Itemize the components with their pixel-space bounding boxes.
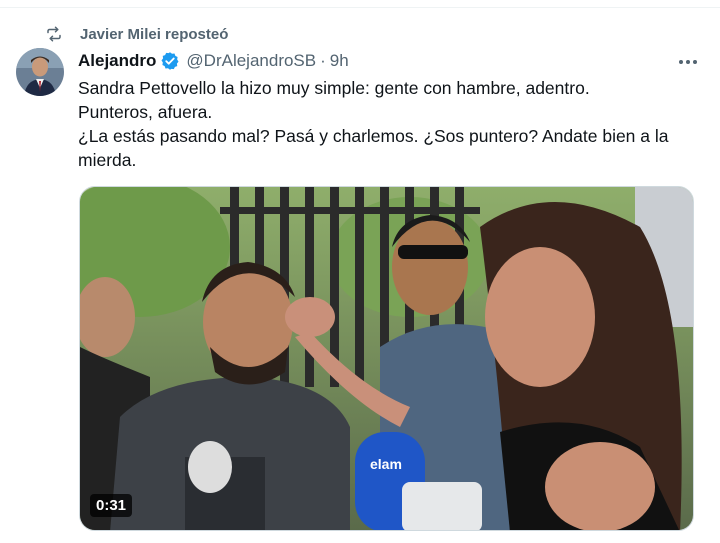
- tweet-line: ¿La estás pasando mal? Pasá y charlemos.…: [78, 126, 669, 146]
- tweet-text: Sandra Pettovello la hizo muy simple: ge…: [78, 76, 698, 172]
- verified-badge-icon: [160, 51, 180, 71]
- author-handle[interactable]: @DrAlejandroSB: [186, 51, 316, 71]
- more-options-button[interactable]: [674, 50, 702, 72]
- repost-indicator[interactable]: Javier Milei reposteó: [44, 24, 228, 44]
- display-name[interactable]: Alejandro: [78, 51, 156, 71]
- tweet-line: Sandra Pettovello la hizo muy simple: ge…: [78, 78, 590, 98]
- video-duration: 0:31: [90, 494, 133, 517]
- repost-icon: [44, 24, 64, 44]
- timestamp[interactable]: 9h: [330, 51, 349, 71]
- avatar[interactable]: [16, 48, 64, 96]
- tweet-line: Punteros, afuera.: [78, 102, 213, 122]
- video-thumbnail: elam: [80, 187, 693, 530]
- repost-label: Javier Milei reposteó: [80, 25, 229, 43]
- tweet-header: Alejandro @DrAlejandroSB · 9h: [78, 50, 349, 72]
- separator-dot: ·: [320, 51, 326, 70]
- top-divider: [0, 0, 720, 8]
- video-player[interactable]: elam 0:31: [79, 186, 694, 531]
- more-icon: [678, 52, 698, 70]
- tweet-line: mierda.: [78, 150, 137, 170]
- microphone-brand: elam: [370, 456, 402, 472]
